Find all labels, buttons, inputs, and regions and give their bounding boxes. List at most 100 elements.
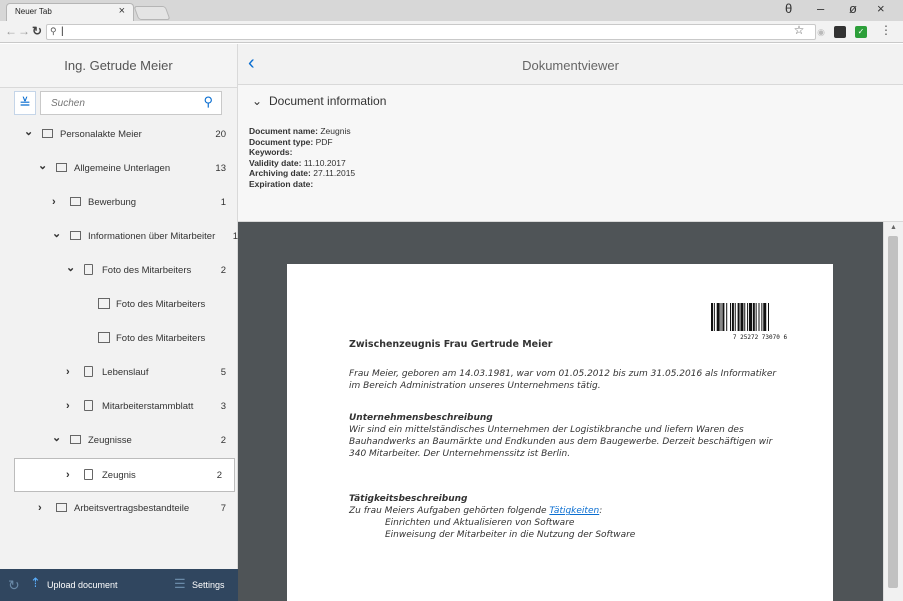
address-bar: ← → ↻ ⚲ | ☆ ◉ ✓ ⋮ <box>0 21 903 43</box>
panel-footer: ↻ ⇡ Upload document ☰ Settings <box>0 569 238 601</box>
chevron-right-icon[interactable]: › <box>66 366 70 378</box>
barcode-bar <box>716 303 720 331</box>
tree-node-label: Foto des Mitarbeiters <box>116 333 206 344</box>
tasks-section: Tätigkeitsbeschreibung Zu frau Meiers Au… <box>349 493 789 541</box>
tree-node[interactable]: › Lebenslauf 5 <box>0 356 238 390</box>
chevron-down-icon[interactable]: ⌄ <box>52 431 61 444</box>
tree-node[interactable]: ⌄ Informationen über Mitarbeiter 1 <box>0 220 238 254</box>
tree-node-label: Zeugnis <box>102 470 136 481</box>
tree-node[interactable]: ⌄ Zeugnisse 2 <box>0 424 238 458</box>
barcode-bar <box>711 303 713 331</box>
viewer-scrollbar[interactable]: ▲ <box>883 222 903 601</box>
tree-node[interactable]: ⌄ Foto des Mitarbeiters 2 <box>0 254 238 288</box>
info-row-name: Document name: Zeugnis <box>249 126 351 136</box>
browser-tab[interactable]: Neuer Tab × <box>6 3 134 21</box>
maximize-button[interactable]: ø <box>849 1 857 16</box>
company-text: Wir sind ein mittelständisches Unternehm… <box>349 425 773 459</box>
tree-node[interactable]: ⌄ Personalakte Meier 20 <box>0 118 238 152</box>
viewer-title: Dokumentviewer <box>522 58 619 73</box>
refresh-icon[interactable]: ↻ <box>8 577 20 594</box>
back-nav-icon[interactable]: ← <box>5 24 17 38</box>
tab-title: Neuer Tab <box>15 7 52 16</box>
barcode-bar <box>747 303 749 331</box>
document-icon <box>84 400 93 411</box>
chevron-right-icon[interactable]: › <box>52 196 56 208</box>
tree-node-count: 3 <box>220 401 226 412</box>
barcode-bar <box>722 303 725 331</box>
user-name-header: Ing. Getrude Meier <box>0 44 237 88</box>
reload-icon[interactable]: ↻ <box>32 24 42 38</box>
extension-icon[interactable]: ◉ <box>815 26 827 38</box>
scrollbar-thumb[interactable] <box>888 236 898 588</box>
barcode-bar <box>731 303 734 331</box>
profile-icon[interactable]: θ <box>785 1 792 16</box>
scroll-up-icon[interactable]: ▲ <box>890 224 897 231</box>
minimize-button[interactable]: – <box>817 1 824 16</box>
tree-node-label: Personalakte Meier <box>60 129 142 140</box>
search-input[interactable] <box>41 92 191 114</box>
close-window-button[interactable]: × <box>877 1 885 16</box>
document-info-section: ⌄ Document information Document name: Ze… <box>238 85 903 222</box>
tree-node-label: Zeugnisse <box>88 435 132 446</box>
barcode-bar <box>752 303 755 331</box>
search-row: ≚ ⚲ <box>0 88 238 118</box>
info-row-type: Document type: PDF <box>249 136 333 147</box>
company-section: Unternehmensbeschreibung Wir sind ein mi… <box>349 412 789 460</box>
pdf-viewer[interactable]: 7 25272 73070 6 Zwischenzeugnis Frau Ger… <box>238 222 883 601</box>
search-icon[interactable]: ⚲ <box>203 94 213 110</box>
upload-icon: ⇡ <box>30 575 41 590</box>
barcode-bar <box>726 303 728 331</box>
document-viewer-panel: ‹ Dokumentviewer ⌄ Document information … <box>238 44 903 601</box>
tree-node-label: Arbeitsvertragsbestandteile <box>74 503 190 514</box>
document-intro: Frau Meier, geboren am 14.03.1981, war v… <box>349 369 777 391</box>
tree-node-count: 7 <box>220 503 226 514</box>
tree-node[interactable]: › Mitarbeiterstammblatt 3 <box>0 390 238 424</box>
info-row-archiving: Archiving date: 27.11.2015 <box>249 168 356 178</box>
chevron-down-icon[interactable]: ⌄ <box>252 94 262 108</box>
collapse-all-button[interactable]: ≚ <box>14 91 36 115</box>
tasks-intro: Zu frau Meiers Aufgaben gehörten folgend… <box>349 506 603 516</box>
tree-node[interactable]: › Bewerbung 1 <box>0 186 238 220</box>
extension-icon[interactable] <box>834 26 846 38</box>
document-info-fields: Document name: Zeugnis Document type: PD… <box>249 126 355 189</box>
chevron-down-icon[interactable]: ⌄ <box>52 227 61 240</box>
upload-document-button[interactable]: Upload document <box>47 580 118 590</box>
chevron-down-icon[interactable]: ⌄ <box>24 125 33 138</box>
settings-button[interactable]: Settings <box>192 580 225 590</box>
folder-icon <box>70 231 81 240</box>
barcode-bar <box>758 303 760 331</box>
new-tab-button[interactable] <box>133 6 171 20</box>
tasks-link[interactable]: Tätigkeiten <box>549 506 599 516</box>
tree-node[interactable]: Foto des Mitarbeiters <box>0 322 238 356</box>
chevron-right-icon[interactable]: › <box>66 400 70 412</box>
barcode-bar <box>749 303 752 331</box>
document-tree: ⌄ Personalakte Meier 20 ⌄ Allgemeine Unterla… <box>0 118 238 526</box>
tree-node[interactable]: ⌄ Allgemeine Unterlagen 13 <box>0 152 238 186</box>
document-info-title[interactable]: Document information <box>269 94 386 108</box>
extension-icon[interactable]: ✓ <box>855 26 867 38</box>
url-input[interactable]: ⚲ | <box>46 24 816 40</box>
task-item: Einweisung der Mitarbeiter in die Nutzun… <box>385 530 636 540</box>
forward-nav-icon[interactable]: → <box>18 24 30 38</box>
tree-node-label: Mitarbeiterstammblatt <box>102 401 194 412</box>
chevron-down-icon[interactable]: ⌄ <box>38 159 47 172</box>
document-icon <box>84 366 93 377</box>
tree-node-label: Foto des Mitarbeiters <box>116 299 206 310</box>
tree-node[interactable]: Foto des Mitarbeiters <box>0 288 238 322</box>
tree-node-count: 5 <box>220 367 226 378</box>
tab-close-icon[interactable]: × <box>119 5 125 17</box>
folder-icon <box>56 503 67 512</box>
bookmark-star-icon[interactable]: ☆ <box>793 24 805 36</box>
folder-icon <box>70 197 81 206</box>
chevron-right-icon[interactable]: › <box>38 502 42 514</box>
browser-menu-icon[interactable]: ⋮ <box>880 24 892 36</box>
tree-node[interactable]: › Arbeitsvertragsbestandteile 7 <box>0 492 238 526</box>
tree-node-count: 13 <box>215 163 226 174</box>
folder-icon <box>42 129 53 138</box>
search-field[interactable]: ⚲ <box>40 91 222 115</box>
folder-icon <box>56 163 67 172</box>
tree-node[interactable]: › Zeugnis 2 <box>14 458 235 492</box>
chevron-down-icon[interactable]: ⌄ <box>66 261 75 274</box>
chevron-right-icon[interactable]: › <box>66 469 70 481</box>
barcode-bar <box>734 303 736 331</box>
